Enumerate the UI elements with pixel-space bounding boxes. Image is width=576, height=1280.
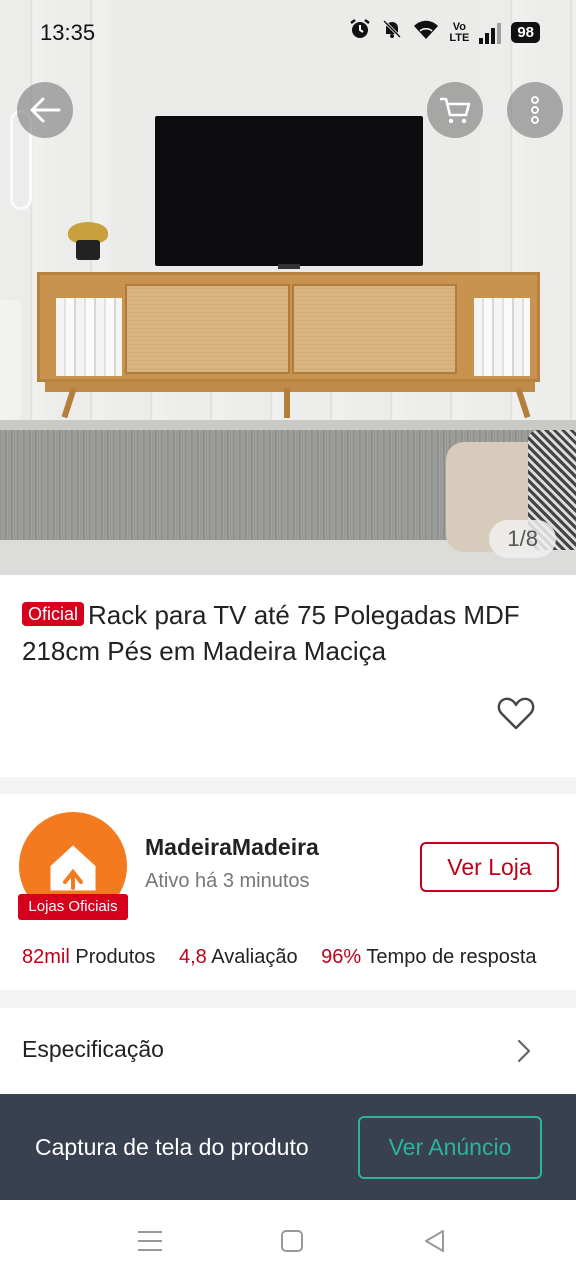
heart-icon bbox=[497, 697, 535, 730]
more-options-button[interactable] bbox=[507, 82, 563, 138]
official-badge: Oficial bbox=[22, 602, 85, 626]
product-title-text: Rack para TV até 75 Polegadas MDF 218cm … bbox=[22, 600, 520, 666]
rack-door-left bbox=[125, 284, 290, 374]
snackbar-text: Captura de tela do produto bbox=[35, 1134, 309, 1160]
stat-response-value: 96% bbox=[321, 946, 362, 968]
store-name: MadeiraMadeira bbox=[145, 834, 319, 860]
screenshot-snackbar: Captura de tela do produto Ver Anúncio bbox=[0, 1094, 576, 1200]
armchair bbox=[0, 300, 22, 420]
rack-door-right bbox=[292, 284, 457, 374]
battery-icon: 98 bbox=[511, 22, 540, 43]
product-title-card: Oficial Rack para TV até 75 Polegadas MDF… bbox=[0, 575, 576, 777]
alarm-icon bbox=[349, 18, 371, 47]
back-icon[interactable] bbox=[420, 1226, 450, 1256]
store-status: Ativo há 3 minutos bbox=[145, 870, 310, 892]
chevron-right-icon bbox=[517, 1039, 531, 1063]
mute-bell-icon bbox=[381, 18, 403, 47]
signal-icon bbox=[479, 22, 502, 44]
status-icons: Vo LTE 98 bbox=[349, 18, 540, 47]
back-arrow-icon bbox=[30, 97, 61, 123]
store-stats: 82mil Produtos 4,8 Avaliação 96% Tempo d… bbox=[22, 946, 576, 969]
stat-products-label: Produtos bbox=[75, 946, 156, 968]
product-title: Oficial Rack para TV até 75 Polegadas MDF… bbox=[22, 597, 542, 669]
tv-stand bbox=[278, 264, 300, 269]
home-icon[interactable] bbox=[277, 1226, 307, 1256]
official-stores-ribbon: Lojas Oficiais bbox=[18, 894, 128, 920]
volte-bottom-label: LTE bbox=[449, 31, 470, 44]
cart-icon bbox=[440, 97, 471, 124]
stat-products-value: 82mil bbox=[22, 946, 70, 968]
product-image-carousel[interactable]: 1/8 bbox=[0, 0, 576, 575]
stat-rating-value: 4,8 bbox=[178, 946, 207, 968]
rack-base bbox=[45, 382, 535, 392]
system-navigation-bar bbox=[0, 1200, 576, 1280]
more-vertical-icon bbox=[531, 96, 539, 124]
books-left bbox=[56, 298, 122, 376]
specification-label: Especificação bbox=[22, 1036, 164, 1062]
books-right bbox=[474, 298, 530, 376]
tv-screen bbox=[155, 116, 423, 266]
stat-rating-label: Avaliação bbox=[211, 946, 298, 968]
favorite-button[interactable] bbox=[496, 693, 536, 733]
cart-button[interactable] bbox=[427, 82, 483, 138]
status-time: 13:35 bbox=[40, 20, 96, 45]
status-bar: 13:35 Vo LTE 98 bbox=[0, 0, 576, 66]
plant-pot bbox=[76, 240, 100, 260]
image-counter: 1/8 bbox=[489, 520, 556, 558]
stat-response-label: Tempo de resposta bbox=[366, 946, 537, 968]
wifi-icon bbox=[413, 18, 439, 47]
recent-apps-icon[interactable] bbox=[135, 1226, 165, 1256]
rack-leg bbox=[284, 388, 290, 418]
visit-store-button[interactable]: Ver Loja bbox=[420, 842, 559, 892]
volte-icon: Vo LTE bbox=[449, 21, 470, 44]
store-card[interactable]: Lojas Oficiais MadeiraMadeira Ativo há 3… bbox=[0, 794, 576, 990]
back-button[interactable] bbox=[17, 82, 73, 138]
view-listing-button[interactable]: Ver Anúncio bbox=[358, 1116, 542, 1179]
specification-row[interactable]: Especificação bbox=[0, 1008, 576, 1094]
